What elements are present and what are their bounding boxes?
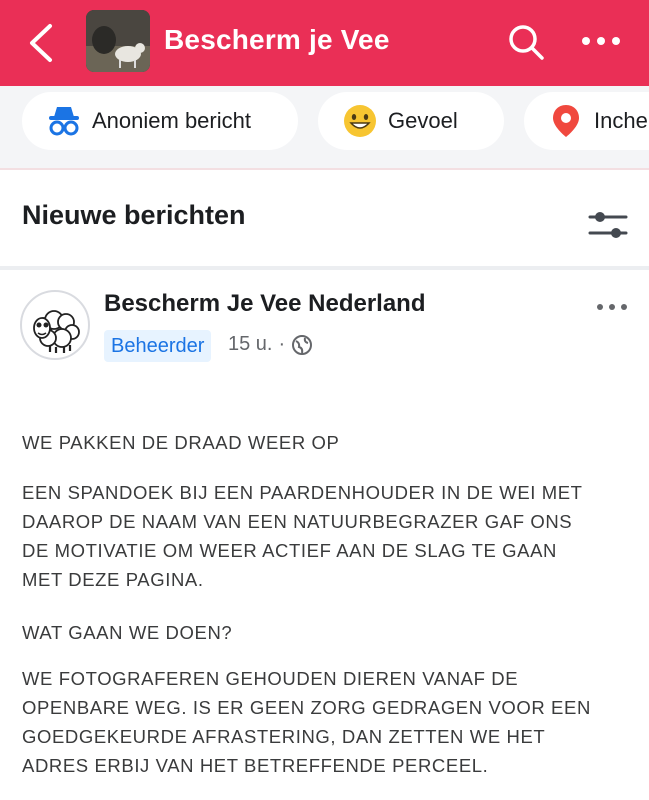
post-line: GOEDGEKEURDE AFRASTERING, DAN ZETTEN WE …: [22, 726, 546, 747]
post-paragraph: WE FOTOGRAFEREN GEHOUDEN DIEREN VANAF DE…: [22, 664, 591, 780]
smiley-icon: [344, 105, 376, 137]
feed-divider: [0, 266, 649, 270]
location-pin-icon: [553, 105, 579, 137]
check-in-button[interactable]: Inche: [524, 92, 649, 150]
admin-role-badge: Beheerder: [104, 330, 212, 362]
group-header-bar: Bescherm je Vee: [0, 0, 649, 86]
post-line: WAT GAAN WE DOEN?: [22, 622, 233, 643]
post-line: EEN SPANDOEK BIJ EEN PAARDENHOUDER IN DE…: [22, 482, 583, 503]
post-line: OPENBARE WEG. IS ER GEEN ZORG GEDRAGEN V…: [22, 697, 591, 718]
search-icon[interactable]: [506, 22, 546, 62]
group-title[interactable]: Bescherm je Vee: [164, 24, 390, 56]
anonymous-post-label: Anoniem bericht: [92, 108, 251, 133]
sheep-avatar-icon: [33, 310, 80, 353]
post-paragraph: WAT GAAN WE DOEN?: [22, 618, 232, 647]
post-line: DE MOTIVATIE OM WEER ACTIEF AAN DE SLAG …: [22, 540, 557, 561]
feeling-label: Gevoel: [388, 108, 458, 133]
post-meta: 15 u. ·: [228, 333, 313, 356]
post-paragraph: EEN SPANDOEK BIJ EEN PAARDENHOUDER IN DE…: [22, 478, 583, 594]
feeling-button[interactable]: Gevoel: [318, 92, 504, 150]
check-in-label: Inche: [594, 108, 648, 133]
post-line: DAAROP DE NAAM VAN EEN NATUURBEGRAZER GA…: [22, 511, 573, 532]
group-cover-thumbnail[interactable]: [86, 10, 150, 72]
meta-separator: ·: [278, 333, 286, 355]
more-horizontal-icon[interactable]: [596, 300, 628, 314]
post-line: ADRES ERBIJ VAN HET BETREFFENDE PERCEEL.: [22, 755, 489, 776]
post-timestamp[interactable]: 15 u.: [228, 333, 272, 356]
more-horizontal-icon[interactable]: [580, 32, 622, 50]
post-line: WE PAKKEN DE DRAAD WEER OP: [22, 432, 340, 453]
globe-icon: [292, 334, 313, 355]
incognito-icon: [49, 107, 79, 136]
post-paragraph: WE PAKKEN DE DRAAD WEER OP: [22, 428, 339, 457]
sliders-icon[interactable]: [588, 208, 628, 242]
composer-actions-row: Anoniem bericht Gevoel Inche: [0, 86, 649, 168]
author-avatar[interactable]: [20, 290, 90, 360]
post-author-name[interactable]: Bescherm Je Vee Nederland: [104, 290, 426, 318]
chevron-left-icon[interactable]: [26, 22, 56, 64]
anonymous-post-button[interactable]: Anoniem bericht: [22, 92, 298, 150]
section-title: Nieuwe berichten: [22, 200, 246, 230]
post-line: WE FOTOGRAFEREN GEHOUDEN DIEREN VANAF DE: [22, 668, 519, 689]
post-line: MET DEZE PAGINA.: [22, 569, 204, 590]
new-posts-header: Nieuwe berichten: [0, 170, 649, 268]
